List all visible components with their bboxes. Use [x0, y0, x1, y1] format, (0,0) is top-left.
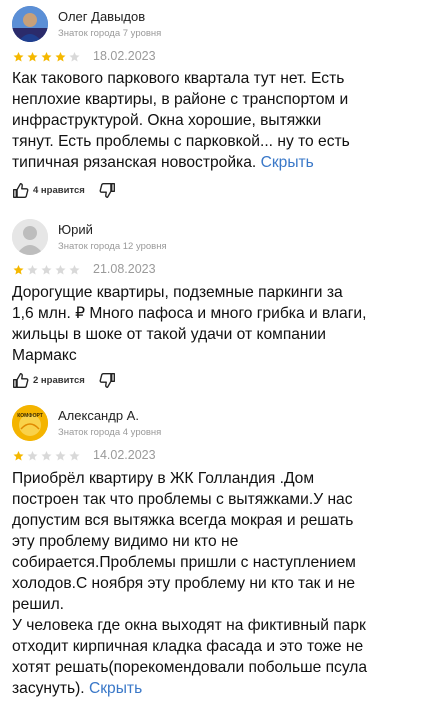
hide-link[interactable]: Скрыть — [89, 680, 142, 697]
rating-stars — [12, 264, 81, 276]
star-empty-icon — [41, 265, 52, 275]
thumbs-down-icon[interactable] — [99, 372, 116, 389]
star-filled-icon — [55, 52, 66, 62]
svg-text:КОМФОРТ: КОМФОРТ — [17, 413, 43, 419]
review-card: Олег Давыдов Знаток города 7 уровня 18.0… — [0, 0, 432, 205]
review-text: Приобрёл квартиру в ЖК Голландия .Дом по… — [12, 468, 424, 699]
thumbs-up-icon[interactable] — [12, 372, 29, 389]
avatar[interactable]: КОМФОРТ — [12, 405, 48, 441]
author-level: Знаток города 4 уровня — [58, 427, 162, 438]
author-name[interactable]: Олег Давыдов — [58, 9, 145, 24]
like-count: 2 нравится — [33, 374, 85, 386]
author-level: Знаток города 7 уровня — [58, 28, 162, 39]
star-filled-icon — [41, 52, 52, 62]
star-filled-icon — [27, 52, 38, 62]
company-logo-icon: КОМФОРТ — [12, 405, 48, 441]
star-empty-icon — [55, 451, 66, 461]
author-name[interactable]: Юрий — [58, 222, 93, 237]
star-filled-icon — [13, 52, 24, 62]
review-body: Дорогущие квартиры, подземные паркинги з… — [12, 284, 367, 364]
avatar[interactable] — [12, 219, 48, 255]
default-avatar-icon — [12, 219, 48, 255]
review-date: 21.08.2023 — [93, 262, 156, 276]
review-text: Дорогущие квартиры, подземные паркинги з… — [12, 282, 424, 366]
star-empty-icon — [69, 265, 80, 275]
rating-stars — [12, 51, 81, 63]
star-empty-icon — [69, 451, 80, 461]
star-empty-icon — [55, 265, 66, 275]
user-photo-icon — [12, 6, 48, 42]
star-filled-icon — [13, 451, 24, 461]
review-card: КОМФОРТ Александр А. Знаток города 4 уро… — [0, 395, 432, 701]
star-empty-icon — [69, 52, 80, 62]
like-count: 4 нравится — [33, 184, 85, 196]
review-text: Как такового паркового квартала тут нет.… — [12, 68, 424, 173]
hide-link[interactable]: Скрыть — [261, 154, 314, 171]
star-filled-icon — [13, 265, 24, 275]
review-date: 14.02.2023 — [93, 448, 156, 462]
review-body: Приобрёл квартиру в ЖК Голландия .Дом по… — [12, 470, 368, 697]
avatar[interactable] — [12, 6, 48, 42]
rating-stars — [12, 450, 81, 462]
star-empty-icon — [27, 451, 38, 461]
reaction-bar: 2 нравится — [12, 370, 116, 390]
star-empty-icon — [41, 451, 52, 461]
review-card: Юрий Знаток города 12 уровня 21.08.2023 … — [0, 205, 432, 395]
review-date: 18.02.2023 — [93, 49, 156, 63]
thumbs-down-icon[interactable] — [99, 182, 116, 199]
thumbs-up-icon[interactable] — [12, 182, 29, 199]
star-empty-icon — [27, 265, 38, 275]
reaction-bar: 4 нравится — [12, 180, 116, 200]
author-name[interactable]: Александр А. — [58, 408, 139, 423]
author-level: Знаток города 12 уровня — [58, 241, 167, 252]
